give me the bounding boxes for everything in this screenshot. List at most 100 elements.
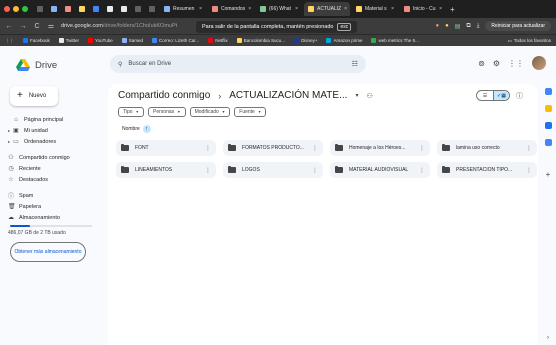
- more-actions-icon[interactable]: ⋮: [205, 167, 211, 174]
- sidebar-item-people[interactable]: ⚇ Compartido conmigo: [0, 152, 106, 163]
- bookmark-item[interactable]: Bancolombia Sucu...: [236, 38, 285, 43]
- more-actions-icon[interactable]: ⋮: [419, 145, 425, 152]
- filter-chip-personas[interactable]: Personas ▼: [148, 107, 186, 117]
- folder-item[interactable]: LINEAMIENTOS ⋮: [116, 162, 216, 178]
- forward-icon[interactable]: →: [19, 23, 27, 30]
- folder-item[interactable]: MATERIAL AUDIOVISUAL ⋮: [330, 162, 430, 178]
- browser-tab[interactable]: (66) What ×: [256, 2, 302, 16]
- browser-tab[interactable]: Comandos ×: [208, 2, 254, 16]
- avatar[interactable]: [532, 56, 546, 70]
- list-view-button[interactable]: ☰: [477, 91, 493, 100]
- sidebar-item-home[interactable]: ⌂ Página principal: [0, 114, 106, 125]
- browser-tab[interactable]: [76, 2, 88, 16]
- sidebar-item-cloud[interactable]: ☁ Almacenamiento: [0, 212, 106, 223]
- calendar-icon[interactable]: [544, 88, 552, 95]
- chevron-down-icon[interactable]: ▾: [355, 92, 358, 99]
- close-window-button[interactable]: [4, 6, 10, 12]
- maximize-window-button[interactable]: [22, 6, 28, 12]
- sidebar-item-computer[interactable]: ▸ ▭ Ordenadores: [0, 136, 106, 147]
- browser-tab[interactable]: [104, 2, 116, 16]
- settings-icon[interactable]: ⚙: [493, 59, 500, 68]
- get-more-storage-button[interactable]: Obtener más almacenamiento: [10, 242, 86, 262]
- bookmark-item[interactable]: web metrics The 5...: [371, 38, 419, 43]
- breadcrumb-current-folder[interactable]: ACTUALIZACIÓN MATE...: [229, 90, 347, 101]
- grid-view-button[interactable]: ✓▦: [493, 91, 509, 100]
- browser-tab[interactable]: [48, 2, 60, 16]
- browser-tab[interactable]: [118, 2, 130, 16]
- browser-tab[interactable]: [62, 2, 74, 16]
- folder-item[interactable]: FONT ⋮: [116, 140, 216, 156]
- bookmark-item[interactable]: Amazon prime: [326, 38, 362, 43]
- extensions-puzzle-icon[interactable]: ⧉: [466, 23, 470, 30]
- search-input[interactable]: ⚲ Buscar en Drive ☷: [110, 55, 366, 73]
- extension-icon[interactable]: ●: [435, 23, 439, 29]
- more-actions-icon[interactable]: ⋮: [205, 145, 211, 152]
- breadcrumb-shared-with-me[interactable]: Compartido conmigo: [118, 90, 210, 101]
- sort-control[interactable]: Nombre ↑: [122, 125, 151, 133]
- more-actions-icon[interactable]: ⋮: [312, 167, 318, 174]
- folder-item[interactable]: Homenaje a los Héroes... ⋮: [330, 140, 430, 156]
- bookmark-item[interactable]: Netflix: [208, 38, 228, 43]
- help-icon[interactable]: ⊚: [478, 59, 485, 68]
- browser-tab[interactable]: ACTUALIZ ×: [304, 2, 350, 16]
- sidebar-item-star[interactable]: ☆ Destacados: [0, 174, 106, 185]
- filter-chip-fuente[interactable]: Fuente ▼: [234, 107, 267, 117]
- folder-item[interactable]: lamina uso correcto ⋮: [437, 140, 537, 156]
- bookmark-item[interactable]: YouTube: [88, 38, 113, 43]
- expand-caret-icon[interactable]: ▸: [8, 139, 11, 144]
- browser-tab[interactable]: Material s ×: [352, 2, 398, 16]
- tab-close-icon[interactable]: ×: [295, 6, 298, 12]
- new-button[interactable]: + Nuevo: [10, 86, 58, 106]
- more-actions-icon[interactable]: ⋮: [312, 145, 318, 152]
- tab-close-icon[interactable]: ×: [344, 6, 347, 12]
- new-tab-button[interactable]: +: [450, 5, 455, 14]
- url-field[interactable]: drive.google.com/drive/folders/1ChoIukKO…: [61, 23, 177, 29]
- browser-tab[interactable]: [34, 2, 46, 16]
- google-apps-icon[interactable]: ⋮⋮: [508, 59, 524, 68]
- search-options-icon[interactable]: ☷: [352, 60, 358, 68]
- tab-close-icon[interactable]: ×: [391, 6, 394, 12]
- minimize-window-button[interactable]: [13, 6, 19, 12]
- info-icon[interactable]: ⓘ: [516, 91, 523, 101]
- filter-chip-tipo[interactable]: Tipo ▼: [118, 107, 145, 117]
- folder-item[interactable]: FORMATOS PRODUCTO... ⋮: [223, 140, 323, 156]
- more-actions-icon[interactable]: ⋮: [526, 145, 532, 152]
- keep-icon[interactable]: [544, 105, 552, 112]
- browser-tab[interactable]: [146, 2, 158, 16]
- add-addon-icon[interactable]: +: [546, 170, 551, 179]
- bookmark-item[interactable]: Correo: Lizeth Car...: [151, 38, 199, 43]
- sort-arrow-up-icon[interactable]: ↑: [142, 125, 151, 133]
- tab-close-icon[interactable]: ×: [439, 6, 442, 12]
- folder-item[interactable]: PRESENTACIÓN TIPO... ⋮: [437, 162, 537, 178]
- browser-tab[interactable]: Inicio - Cu ×: [400, 2, 446, 16]
- filter-chip-modificado[interactable]: Modificado ▼: [189, 107, 231, 117]
- bookmark-item[interactable]: Facebook: [23, 38, 50, 43]
- more-actions-icon[interactable]: ⋮: [419, 167, 425, 174]
- back-icon[interactable]: ←: [5, 23, 13, 30]
- browser-tab[interactable]: [90, 2, 102, 16]
- contacts-icon[interactable]: [544, 139, 552, 146]
- all-bookmarks-folder[interactable]: ▭ Todos los favoritos: [507, 38, 551, 44]
- expand-caret-icon[interactable]: ▸: [8, 128, 11, 133]
- extension-icon[interactable]: ▤: [455, 23, 461, 30]
- tab-close-icon[interactable]: ×: [199, 6, 202, 12]
- drive-logo[interactable]: Drive: [16, 59, 106, 71]
- tab-close-icon[interactable]: ×: [248, 6, 251, 12]
- sidebar-item-my-drive[interactable]: ▸ ▣ Mi unidad: [0, 125, 106, 136]
- tasks-icon[interactable]: [544, 122, 552, 129]
- sidebar-item-clock[interactable]: ◷ Reciente: [0, 163, 106, 174]
- sidebar-item-spam[interactable]: ⓘ Spam: [0, 190, 106, 201]
- site-info-icon[interactable]: ⚌: [47, 22, 55, 30]
- bookmark-item[interactable]: Disney+: [294, 38, 317, 43]
- more-actions-icon[interactable]: ⋮: [526, 167, 532, 174]
- bookmark-item[interactable]: Samed: [121, 38, 143, 43]
- chevron-right-icon[interactable]: ›: [547, 335, 549, 341]
- bookmark-item[interactable]: Twitter: [58, 38, 79, 43]
- apps-grid-icon[interactable]: ⋮⋮: [5, 38, 14, 44]
- folder-item[interactable]: LOGOS ⋮: [223, 162, 323, 178]
- download-icon[interactable]: ⤓: [477, 23, 480, 30]
- browser-tab[interactable]: Resumen ×: [160, 2, 206, 16]
- reload-icon[interactable]: C: [33, 23, 41, 30]
- restart-to-update-button[interactable]: Reiniciar para actualizar: [485, 21, 551, 31]
- browser-tab[interactable]: [132, 2, 144, 16]
